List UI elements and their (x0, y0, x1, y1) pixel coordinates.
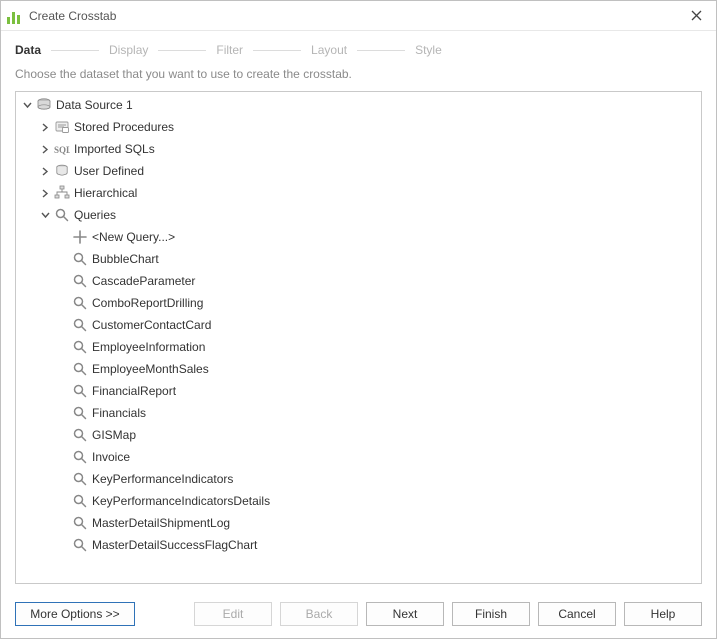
tree-node[interactable]: CustomerContactCard (16, 314, 701, 336)
tree-node[interactable]: EmployeeInformation (16, 336, 701, 358)
tree-node[interactable]: User Defined (16, 160, 701, 182)
tree-node-label: CustomerContactCard (92, 318, 211, 332)
tree-node[interactable]: Financials (16, 402, 701, 424)
titlebar: Create Crosstab (1, 1, 716, 31)
query-icon (72, 515, 88, 531)
expand-icon[interactable] (38, 120, 52, 134)
tree-node[interactable]: Queries (16, 204, 701, 226)
tree-node[interactable]: GISMap (16, 424, 701, 446)
wizard-step-display[interactable]: Display (109, 41, 148, 59)
tree-node[interactable]: Stored Procedures (16, 116, 701, 138)
query-icon (72, 295, 88, 311)
query-icon (72, 405, 88, 421)
step-separator (158, 50, 206, 51)
back-button[interactable]: Back (280, 602, 358, 626)
query-icon (72, 449, 88, 465)
tree-node-label: EmployeeMonthSales (92, 362, 209, 376)
userdef-icon (54, 163, 70, 179)
query-icon (72, 427, 88, 443)
tree-node-label: User Defined (74, 164, 144, 178)
tree-node-label: EmployeeInformation (92, 340, 205, 354)
more-options-button[interactable]: More Options >> (15, 602, 135, 626)
sql-icon (54, 141, 70, 157)
tree-node-label: KeyPerformanceIndicators (92, 472, 233, 486)
collapse-icon[interactable] (20, 98, 34, 112)
tree-node-label: BubbleChart (92, 252, 159, 266)
step-separator (357, 50, 405, 51)
tree-node-label: Hierarchical (74, 186, 137, 200)
query-icon (72, 493, 88, 509)
expand-icon[interactable] (38, 142, 52, 156)
hierarchy-icon (54, 185, 70, 201)
tree-node-label: Queries (74, 208, 116, 222)
dataset-tree[interactable]: Data Source 1 Stored Procedures Imported S… (15, 91, 702, 584)
database-icon (36, 97, 52, 113)
tree-node[interactable]: Data Source 1 (16, 94, 701, 116)
tree-node[interactable]: Imported SQLs (16, 138, 701, 160)
query-icon (72, 339, 88, 355)
tree-node-label: GISMap (92, 428, 136, 442)
expand-icon[interactable] (38, 186, 52, 200)
tree-node-label: Data Source 1 (56, 98, 133, 112)
help-button[interactable]: Help (624, 602, 702, 626)
tree-node[interactable]: MasterDetailSuccessFlagChart (16, 534, 701, 556)
storedproc-icon (54, 119, 70, 135)
dialog-create-crosstab: Create Crosstab Data Display Filter Layout S… (0, 0, 717, 639)
wizard-step-layout[interactable]: Layout (311, 41, 347, 59)
tree-node-label: KeyPerformanceIndicatorsDetails (92, 494, 270, 508)
tree-node[interactable]: Invoice (16, 446, 701, 468)
tree-node[interactable]: EmployeeMonthSales (16, 358, 701, 380)
cancel-button[interactable]: Cancel (538, 602, 616, 626)
query-icon (72, 273, 88, 289)
tree-node[interactable]: Hierarchical (16, 182, 701, 204)
tree-node[interactable]: KeyPerformanceIndicatorsDetails (16, 490, 701, 512)
tree-node-label: MasterDetailSuccessFlagChart (92, 538, 257, 552)
button-bar: More Options >> Edit Back Next Finish Ca… (1, 594, 716, 638)
collapse-icon[interactable] (38, 208, 52, 222)
expand-icon[interactable] (38, 164, 52, 178)
tree-node-label: Stored Procedures (74, 120, 174, 134)
tree-node[interactable]: <New Query...> (16, 226, 701, 248)
tree-node[interactable]: BubbleChart (16, 248, 701, 270)
tree-node-label: Financials (92, 406, 146, 420)
instruction-text: Choose the dataset that you want to use … (1, 65, 716, 91)
step-separator (253, 50, 301, 51)
query-icon (72, 537, 88, 553)
next-button[interactable]: Next (366, 602, 444, 626)
tree-node-label: MasterDetailShipmentLog (92, 516, 230, 530)
query-icon (72, 383, 88, 399)
tree-node[interactable]: KeyPerformanceIndicators (16, 468, 701, 490)
tree-node-label: Imported SQLs (74, 142, 155, 156)
step-separator (51, 50, 99, 51)
finish-button[interactable]: Finish (452, 602, 530, 626)
app-icon (7, 8, 23, 24)
close-icon[interactable] (684, 4, 708, 28)
query-icon (54, 207, 70, 223)
tree-node-label: FinancialReport (92, 384, 176, 398)
edit-button[interactable]: Edit (194, 602, 272, 626)
tree-node[interactable]: MasterDetailShipmentLog (16, 512, 701, 534)
tree-node-label: CascadeParameter (92, 274, 195, 288)
tree-node-label: Invoice (92, 450, 130, 464)
query-icon (72, 251, 88, 267)
query-icon (72, 317, 88, 333)
tree-node[interactable]: CascadeParameter (16, 270, 701, 292)
query-icon (72, 471, 88, 487)
tree-node-label: <New Query...> (92, 230, 175, 244)
tree-node-label: ComboReportDrilling (92, 296, 203, 310)
tree-node[interactable]: ComboReportDrilling (16, 292, 701, 314)
wizard-step-filter[interactable]: Filter (216, 41, 243, 59)
query-icon (72, 361, 88, 377)
window-title: Create Crosstab (29, 9, 116, 23)
wizard-step-data: Data (15, 41, 41, 59)
wizard-step-style[interactable]: Style (415, 41, 442, 59)
plus-icon (72, 229, 88, 245)
wizard-steps: Data Display Filter Layout Style (1, 31, 716, 65)
tree-node[interactable]: FinancialReport (16, 380, 701, 402)
